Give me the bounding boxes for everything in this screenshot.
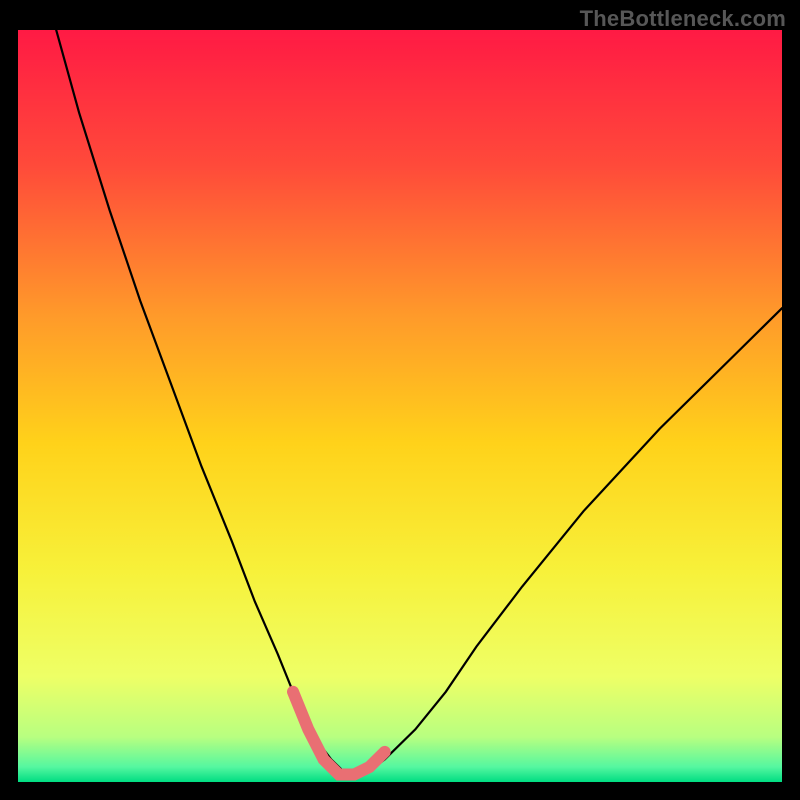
- gradient-background: [18, 30, 782, 782]
- watermark-text: TheBottleneck.com: [580, 6, 786, 32]
- chart-frame: TheBottleneck.com: [0, 0, 800, 800]
- bottleneck-curve-chart: [18, 30, 782, 782]
